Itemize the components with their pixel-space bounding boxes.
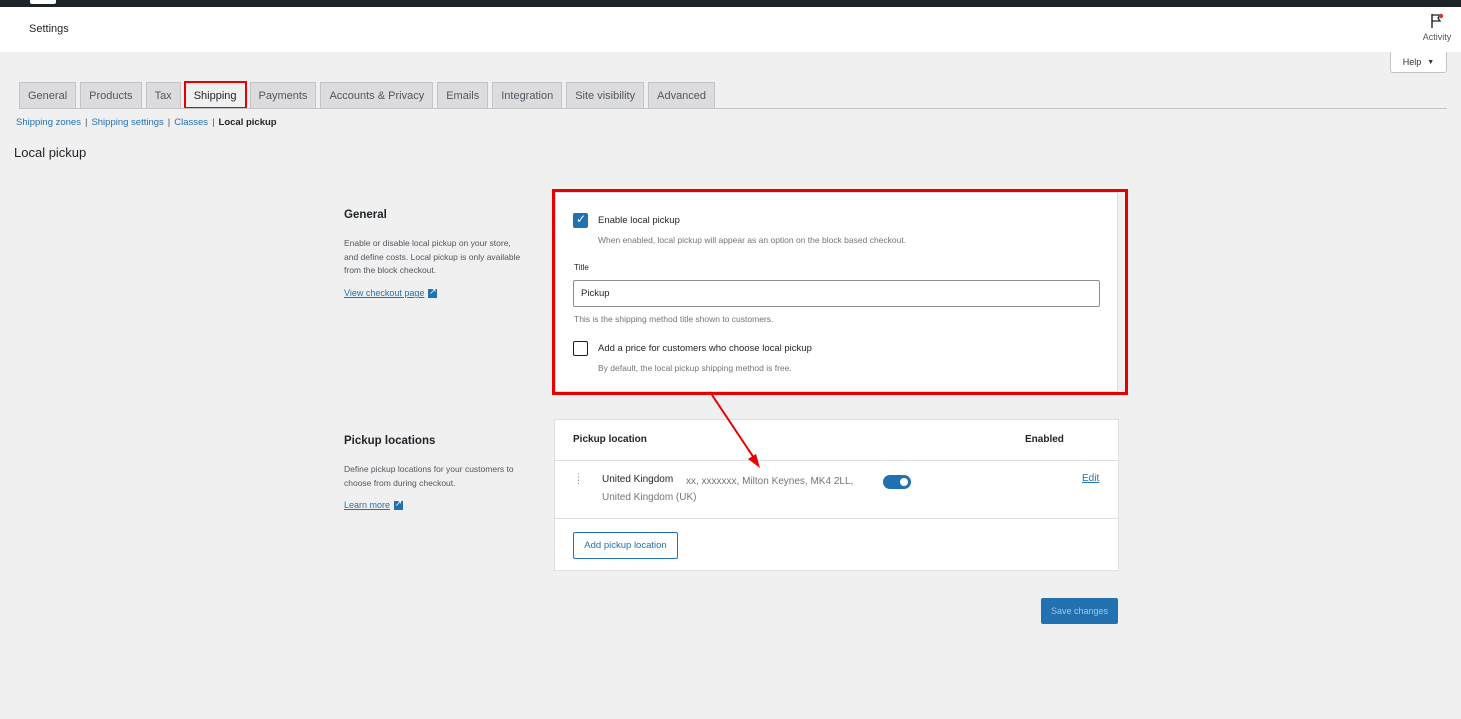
tabs-divider [19, 108, 1447, 109]
page-header: Settings Activity [0, 7, 1461, 52]
tab-site-visibility[interactable]: Site visibility [566, 82, 645, 108]
view-checkout-link[interactable]: View checkout page [344, 286, 438, 298]
tab-accounts-privacy[interactable]: Accounts & Privacy [320, 82, 434, 108]
activity-button[interactable]: Activity [1417, 13, 1457, 42]
tab-products[interactable]: Products [80, 82, 142, 108]
tab-advanced[interactable]: Advanced [648, 82, 716, 108]
pickup-locations-heading: Pickup locations [344, 435, 436, 447]
admin-bar-logo[interactable] [30, 0, 56, 4]
help-button[interactable]: Help ▼ [1390, 52, 1447, 73]
edit-location-link[interactable]: Edit [1082, 473, 1099, 484]
subnav-separator: | [167, 117, 171, 128]
add-price-label: Add a price for customers who choose loc… [598, 343, 812, 354]
shipping-subnav: Shipping zones | Shipping settings | Cla… [16, 117, 277, 128]
tab-integration[interactable]: Integration [492, 82, 563, 108]
subnav-shipping-settings[interactable]: Shipping settings [91, 117, 163, 128]
flag-icon [1431, 13, 1444, 28]
title-input[interactable]: Pickup [573, 280, 1100, 307]
subnav-local-pickup: Local pickup [218, 117, 277, 128]
enable-local-pickup-label: Enable local pickup [598, 215, 680, 226]
add-price-help-text: By default, the local pickup shipping me… [598, 363, 792, 373]
general-description: Enable or disable local pickup on your s… [344, 238, 521, 275]
pickup-locations-card: Pickup location Enabled ⋮ ⋮ xx, xxxxxxx, … [554, 419, 1119, 571]
tab-tax[interactable]: Tax [145, 82, 181, 108]
general-heading: General [344, 209, 387, 221]
subnav-shipping-zones[interactable]: Shipping zones [16, 117, 81, 128]
external-link-icon [394, 498, 404, 510]
activity-label: Activity [1422, 32, 1452, 42]
enable-local-pickup-checkbox[interactable] [573, 212, 588, 228]
locations-table-header: Pickup location Enabled [555, 420, 1118, 461]
table-row: ⋮ ⋮ xx, xxxxxxx, Milton Keynes, MK4 2LL, … [555, 461, 1118, 519]
tab-general[interactable]: General [19, 82, 77, 108]
column-enabled: Enabled [1025, 434, 1064, 445]
tab-payments[interactable]: Payments [249, 82, 317, 108]
title-field-label: Title [574, 263, 589, 272]
column-pickup-location: Pickup location [573, 434, 647, 445]
tab-shipping[interactable]: Shipping [183, 81, 247, 109]
learn-more-link[interactable]: Learn more [344, 498, 404, 510]
view-checkout-label: View checkout page [344, 288, 425, 298]
page-title: Local pickup [14, 145, 87, 160]
general-settings-card: Enable local pickup When enabled, local … [555, 192, 1118, 392]
title-help-text: This is the shipping method title shown … [574, 314, 774, 324]
pickup-locations-description: Define pickup locations for your custome… [344, 464, 514, 488]
subnav-classes[interactable]: Classes [174, 117, 208, 128]
caret-down-icon: ▼ [1427, 58, 1435, 66]
drag-handle-icon[interactable]: ⋮ ⋮ [574, 473, 583, 485]
external-link-icon [428, 286, 438, 298]
header-title: Settings [29, 23, 69, 35]
save-changes-button[interactable]: Save changes [1041, 598, 1118, 624]
help-label: Help [1402, 57, 1422, 67]
admin-bar [0, 0, 1461, 7]
subnav-separator: | [212, 117, 215, 128]
add-pickup-location-button[interactable]: Add pickup location [573, 532, 678, 559]
subnav-separator: | [84, 117, 88, 128]
learn-more-label: Learn more [344, 500, 391, 510]
enable-help-text: When enabled, local pickup will appear a… [598, 235, 907, 245]
tab-emails[interactable]: Emails [437, 82, 489, 108]
location-enabled-toggle[interactable] [883, 475, 911, 489]
location-name: United Kingdom [602, 474, 674, 485]
add-price-checkbox[interactable] [573, 341, 588, 356]
settings-tabs: General Products Tax Shipping Payments A… [19, 81, 716, 109]
